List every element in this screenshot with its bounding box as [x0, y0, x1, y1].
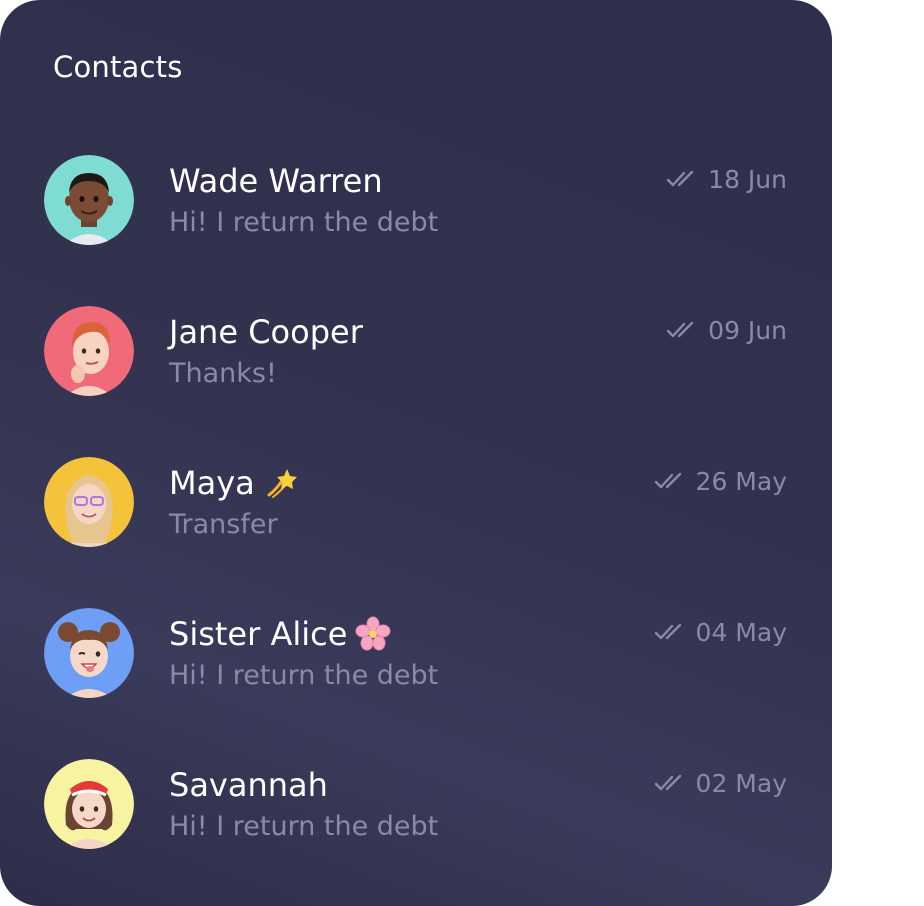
contacts-panel: Contacts Wade Warren Hi! I return the de…	[0, 0, 832, 906]
contact-item-savannah[interactable]: Savannah Hi! I return the debt 02 May	[0, 759, 832, 869]
double-check-icon	[666, 321, 694, 338]
last-message: Hi! I return the debt	[169, 207, 439, 238]
last-message: Hi! I return the debt	[169, 660, 439, 691]
avatar	[44, 759, 134, 849]
last-message: Thanks!	[169, 358, 277, 389]
message-meta: 09 Jun	[666, 314, 787, 346]
contact-name: Savannah	[169, 766, 328, 804]
double-check-icon	[654, 472, 681, 489]
last-message: Transfer	[169, 509, 278, 540]
avatar-memoji-icon	[44, 608, 134, 698]
contact-item-sister-alice[interactable]: Sister Alice Hi! I return the debt 04 Ma…	[0, 608, 832, 718]
contact-item-jane-cooper[interactable]: Jane Cooper Thanks! 09 Jun	[0, 306, 832, 416]
page-title: Contacts	[53, 50, 183, 84]
message-meta: 26 May	[654, 465, 787, 497]
contact-name: Wade Warren	[169, 162, 383, 200]
avatar-memoji-icon	[44, 457, 134, 547]
message-date: 02 May	[695, 768, 787, 798]
message-meta: 04 May	[654, 616, 787, 648]
contact-name: Sister Alice	[169, 615, 348, 653]
contact-name: Jane Cooper	[169, 313, 363, 351]
avatar	[44, 457, 134, 547]
contact-name: Maya	[169, 464, 255, 502]
message-date: 26 May	[695, 466, 787, 496]
avatar-memoji-icon	[44, 306, 134, 396]
contact-item-maya[interactable]: Maya Transfer 26 May	[0, 457, 832, 567]
avatar-memoji-icon	[44, 759, 134, 849]
dizzy-star-icon	[267, 469, 297, 498]
message-date: 09 Jun	[708, 315, 787, 345]
message-date: 18 Jun	[708, 164, 787, 194]
last-message: Hi! I return the debt	[169, 811, 439, 842]
message-meta: 02 May	[654, 767, 787, 799]
message-meta: 18 Jun	[666, 163, 787, 195]
double-check-icon	[654, 623, 681, 640]
avatar	[44, 608, 134, 698]
avatar	[44, 306, 134, 396]
contact-item-wade-warren[interactable]: Wade Warren Hi! I return the debt 18 Jun	[0, 155, 832, 265]
message-date: 04 May	[695, 617, 787, 647]
double-check-icon	[666, 170, 694, 187]
cherry-blossom-icon	[355, 616, 391, 651]
avatar-memoji-icon	[44, 155, 134, 245]
avatar	[44, 155, 134, 245]
double-check-icon	[654, 774, 681, 791]
